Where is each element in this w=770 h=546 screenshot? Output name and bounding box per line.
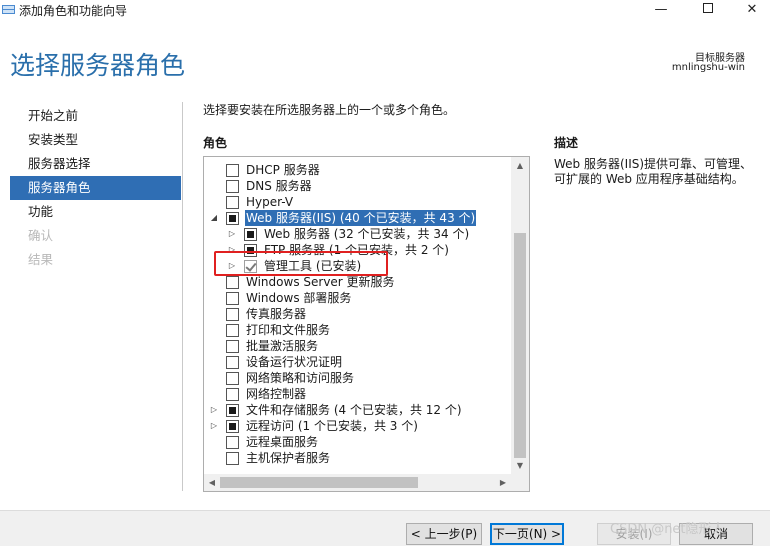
instruction-text: 选择要安装在所选服务器上的一个或多个角色。 [203, 103, 456, 117]
previous-button[interactable]: < 上一步(P) [406, 523, 482, 545]
role-checkbox[interactable] [226, 164, 239, 177]
window-titlebar: 添加角色和功能向导 — ✕ [0, 0, 770, 22]
collapse-arrow-icon[interactable]: ◢ [209, 210, 219, 226]
role-checkbox[interactable] [226, 388, 239, 401]
horizontal-scroll-thumb[interactable] [220, 477, 418, 488]
role-row[interactable]: 打印和文件服务 [204, 322, 512, 338]
role-label: 主机保护者服务 [246, 451, 331, 465]
nav-step-4[interactable]: 服务器角色 [10, 176, 181, 200]
role-checkbox[interactable] [226, 452, 239, 465]
server-manager-icon [2, 5, 15, 14]
next-button[interactable]: 下一页(N) > [490, 523, 564, 545]
role-label: DHCP 服务器 [246, 163, 320, 177]
close-button[interactable]: ✕ [728, 0, 770, 20]
role-label: Windows 部署服务 [246, 291, 352, 305]
description-header: 描述 [554, 136, 579, 150]
role-row[interactable]: 远程桌面服务 [204, 434, 512, 450]
nav-step-1[interactable]: 开始之前 [10, 104, 181, 128]
role-checkbox[interactable] [244, 228, 257, 241]
nav-divider [182, 102, 183, 491]
scroll-up-icon[interactable]: ▲ [511, 159, 529, 173]
role-checkbox[interactable] [226, 308, 239, 321]
role-row[interactable]: DNS 服务器 [204, 178, 512, 194]
expand-arrow-icon[interactable]: ▷ [209, 418, 219, 434]
role-checkbox[interactable] [226, 180, 239, 193]
role-checkbox[interactable] [226, 292, 239, 305]
page-title: 选择服务器角色 [10, 51, 186, 80]
role-label: 传真服务器 [246, 307, 307, 321]
wizard-steps-nav: 开始之前 安装类型 服务器选择 服务器角色 功能确认结果 [10, 104, 181, 272]
vertical-scroll-thumb[interactable] [514, 233, 526, 458]
role-row[interactable]: DHCP 服务器 [204, 162, 512, 178]
nav-step-7: 结果 [28, 252, 54, 267]
role-row[interactable]: 主机保护者服务 [204, 450, 512, 466]
maximize-icon [703, 3, 713, 13]
role-label: Hyper-V [246, 195, 294, 209]
scroll-right-icon[interactable]: ▶ [496, 474, 510, 491]
role-row[interactable]: 传真服务器 [204, 306, 512, 322]
role-checkbox[interactable] [226, 212, 239, 225]
role-checkbox[interactable] [226, 324, 239, 337]
role-row[interactable]: 网络控制器 [204, 386, 512, 402]
role-label: Windows Server 更新服务 [246, 275, 395, 289]
expand-arrow-icon[interactable]: ▷ [209, 402, 219, 418]
role-label: 设备运行状况证明 [246, 355, 343, 369]
role-checkbox[interactable] [226, 420, 239, 433]
watermark-text: CSDN @net隐形人 [610, 522, 725, 537]
role-checkbox[interactable] [226, 196, 239, 209]
minimize-button[interactable]: — [637, 0, 685, 20]
nav-step-2[interactable]: 安装类型 [10, 128, 181, 152]
role-checkbox[interactable] [226, 340, 239, 353]
annotation-highlight-box [214, 251, 388, 276]
role-row[interactable]: 网络策略和访问服务 [204, 370, 512, 386]
target-server-name: mnlingshu-win [671, 62, 745, 73]
role-label: 网络控制器 [246, 387, 307, 401]
role-row[interactable]: ▷ 文件和存储服务 (4 个已安装，共 12 个) [204, 402, 512, 418]
description-text: Web 服务器(IIS)提供可靠、可管理、可扩展的 Web 应用程序基础结构。 [554, 157, 753, 186]
nav-step-5[interactable]: 功能 [10, 200, 181, 224]
role-label: DNS 服务器 [246, 179, 312, 193]
role-checkbox[interactable] [226, 356, 239, 369]
role-row[interactable]: Windows Server 更新服务 [204, 274, 512, 290]
window-title: 添加角色和功能向导 [19, 4, 128, 18]
role-label: 网络策略和访问服务 [246, 371, 355, 385]
roles-tree[interactable]: DHCP 服务器 DNS 服务器 Hyper-V ◢ Web 服务器(IIS) (40 … [203, 156, 530, 492]
role-checkbox[interactable] [226, 404, 239, 417]
nav-step-6: 确认 [28, 228, 54, 243]
roles-header: 角色 [203, 136, 228, 150]
vertical-scrollbar[interactable]: ▲ ▼ [511, 157, 529, 475]
scroll-down-icon[interactable]: ▼ [511, 459, 529, 473]
role-label: Web 服务器 (32 个已安装，共 34 个) [264, 227, 470, 241]
roles-tree-rows: DHCP 服务器 DNS 服务器 Hyper-V ◢ Web 服务器(IIS) (40 … [204, 162, 512, 466]
horizontal-scrollbar[interactable]: ◀ ▶ [204, 474, 511, 491]
role-label: 远程访问 (1 个已安装，共 3 个) [246, 419, 418, 433]
role-label: 文件和存储服务 (4 个已安装，共 12 个) [246, 403, 462, 417]
role-row[interactable]: Windows 部署服务 [204, 290, 512, 306]
role-row[interactable]: 设备运行状况证明 [204, 354, 512, 370]
role-row[interactable]: ◢ Web 服务器(IIS) (40 个已安装，共 43 个) [204, 210, 512, 226]
role-row[interactable]: ▷ 远程访问 (1 个已安装，共 3 个) [204, 418, 512, 434]
maximize-button[interactable] [684, 0, 732, 20]
role-label: 远程桌面服务 [246, 435, 319, 449]
role-checkbox[interactable] [226, 372, 239, 385]
scroll-left-icon[interactable]: ◀ [205, 474, 219, 491]
role-row[interactable]: Hyper-V [204, 194, 512, 210]
expand-arrow-icon[interactable]: ▷ [227, 226, 237, 242]
role-checkbox[interactable] [226, 436, 239, 449]
role-label: 批量激活服务 [246, 339, 319, 353]
nav-step-3[interactable]: 服务器选择 [10, 152, 181, 176]
role-checkbox[interactable] [226, 276, 239, 289]
scrollbar-corner [511, 474, 529, 491]
role-row[interactable]: ▷ Web 服务器 (32 个已安装，共 34 个) [204, 226, 512, 242]
role-row[interactable]: 批量激活服务 [204, 338, 512, 354]
role-label: Web 服务器(IIS) (40 个已安装，共 43 个) [245, 210, 477, 226]
role-label: 打印和文件服务 [246, 323, 331, 337]
